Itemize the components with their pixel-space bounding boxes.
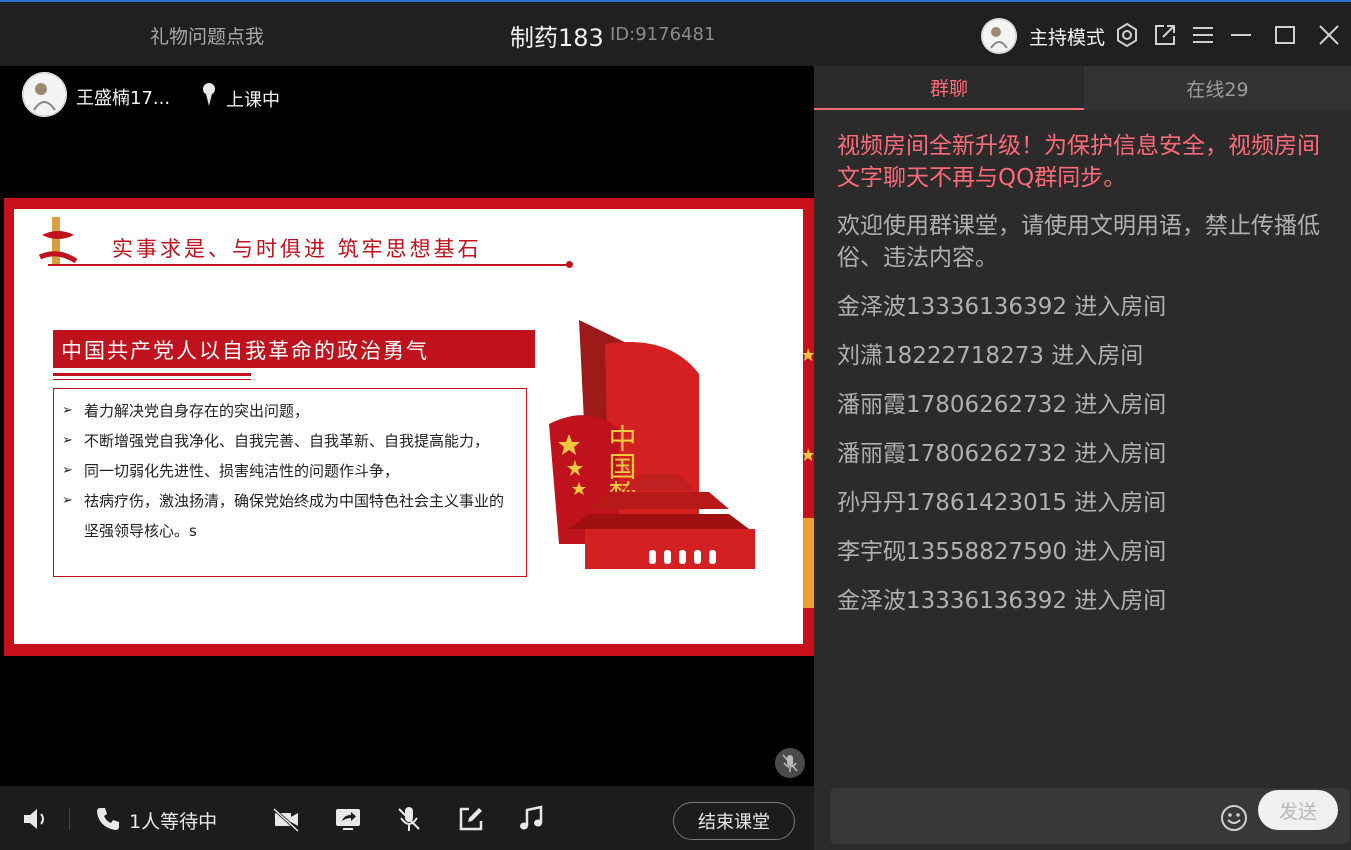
host-avatar[interactable] [981,18,1017,54]
emoji-icon[interactable] [1220,804,1248,832]
list-item: ➢ 同一切弱化先进性、损害纯洁性的问题作斗争， [62,456,516,486]
china-dream-illustration: 中国梦 [549,320,755,569]
list-item: 孙丹丹17861423015 进入房间 [837,490,1167,516]
chat-input[interactable] [830,788,1220,844]
screen-share-icon[interactable] [334,805,362,833]
presentation-slide: 实事求是、与时俱进 筑牢思想基石 中国共产党人以自我革命的政治勇气 ➢ 着力解决… [4,198,814,656]
bottom-toolbar: 1人等待中 结束课堂 [0,786,814,850]
host-mode-label[interactable]: 主持模式 [1029,23,1105,50]
maximize-icon[interactable] [1272,22,1298,48]
teacher-avatar[interactable] [22,72,67,117]
avatar-icon [981,18,1017,54]
chat-input-area: 发送 [830,788,1350,844]
send-button[interactable]: 发送 [1258,790,1338,830]
waiting-count[interactable]: 1人等待中 [129,807,217,834]
list-item: 金泽波13336136392 进入房间 [837,588,1167,614]
music-icon[interactable] [517,805,545,833]
heading-underline [48,264,568,266]
minimize-icon[interactable] [1228,22,1254,48]
subtitle-underline [53,373,251,376]
whiteboard-icon[interactable] [457,805,485,833]
microphone-icon[interactable] [395,805,423,833]
avatar-icon [22,72,67,117]
room-id: ID:9176481 [610,24,716,45]
menu-icon[interactable] [1190,22,1216,48]
gift-help-link[interactable]: 礼物问题点我 [150,22,264,49]
close-icon[interactable] [1316,22,1342,48]
slide-subtitle-box: 中国共产党人以自我革命的政治勇气 [53,330,535,368]
list-item: 潘丽霞17806262732 进入房间 [837,392,1167,418]
heading-dot [566,261,573,268]
speaker-icon[interactable] [21,805,49,833]
message-list: 视频房间全新升级！为保护信息安全，视频房间文字聊天不再与QQ群同步。 欢迎使用群… [837,130,1327,634]
list-item: 李宇砚13558827590 进入房间 [837,539,1167,565]
subtitle-underline-thin [53,379,251,380]
room-title: 制药183 [510,24,604,52]
pillar-decoration [38,217,78,265]
popout-icon[interactable] [1152,22,1178,48]
chat-panel: 群聊 在线29 视频房间全新升级！为保护信息安全，视频房间文字聊天不再与QQ群同… [814,66,1351,850]
class-status: 上课中 [226,90,280,111]
phone-icon[interactable] [94,805,122,833]
arrow-icon: ➢ [62,403,73,418]
tab-group-chat[interactable]: 群聊 [814,66,1084,110]
list-item: 刘潇18222718273 进入房间 [837,343,1144,369]
welcome-message: 欢迎使用群课堂，请使用文明用语，禁止传播低俗、违法内容。 [837,213,1320,271]
slide-subtitle: 中国共产党人以自我革命的政治勇气 [61,339,429,363]
arrow-icon: ➢ [62,493,73,508]
arrow-icon: ➢ [62,463,73,478]
edge-decoration [803,348,814,608]
title-bar: 礼物问题点我 制药183 ID:9176481 主持模式 [0,0,1351,66]
mute-indicator[interactable] [775,748,805,778]
list-item: ➢ 祛病疗伤，激浊扬清，确保党始终成为中国特色社会主义事业的坚强领导核心。s [62,486,516,546]
list-item: ➢ 着力解决党自身存在的突出问题， [62,396,516,426]
end-class-button[interactable]: 结束课堂 [673,802,795,840]
microphone-icon [203,83,215,106]
teacher-name: 王盛楠17... [76,88,171,109]
list-item: 潘丽霞17806262732 进入房间 [837,441,1167,467]
settings-icon[interactable] [1114,22,1140,48]
video-area: 王盛楠17... 上课中 实事求是、与时俱进 筑牢思想基石 中国共产党人以自我革… [0,66,814,786]
system-notice: 视频房间全新升级！为保护信息安全，视频房间文字聊天不再与QQ群同步。 [837,133,1320,191]
slide-heading: 实事求是、与时俱进 筑牢思想基石 [112,237,482,261]
slide-content: 实事求是、与时俱进 筑牢思想基石 中国共产党人以自我革命的政治勇气 ➢ 着力解决… [14,209,803,644]
list-item: 金泽波13336136392 进入房间 [837,294,1167,320]
toolbar-divider [69,808,70,830]
tab-online-members[interactable]: 在线29 [1084,66,1351,110]
list-item: ➢ 不断增强党自我净化、自我完善、自我革新、自我提高能力， [62,426,516,456]
arrow-icon: ➢ [62,433,73,448]
camera-off-icon[interactable] [272,805,300,833]
mute-icon [782,754,798,772]
bullet-list: ➢ 着力解决党自身存在的突出问题， ➢ 不断增强党自我净化、自我完善、自我革新、… [53,388,527,577]
